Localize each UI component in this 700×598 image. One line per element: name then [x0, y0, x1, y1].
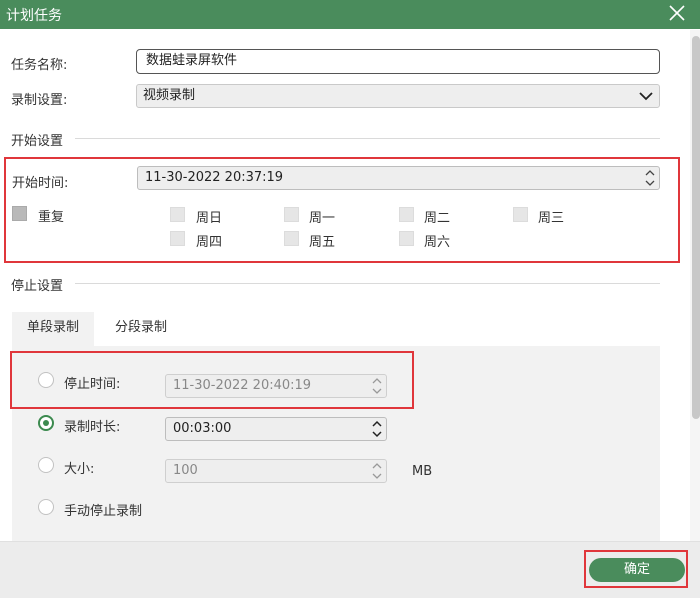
vertical-scrollbar[interactable] — [690, 30, 700, 541]
tab-multi-segment[interactable]: 分段录制 — [100, 312, 182, 346]
task-name-input[interactable]: 数据蛙录屏软件 — [136, 49, 660, 74]
record-settings-label: 录制设置: — [11, 93, 68, 108]
ok-button[interactable]: 确定 — [589, 558, 685, 582]
start-time-label: 开始时间: — [12, 176, 69, 191]
stop-time-radio[interactable] — [38, 372, 54, 388]
day-checkbox-sat[interactable] — [399, 231, 414, 246]
start-time-spinner[interactable]: 11-30-2022 20:37:19 — [137, 166, 660, 190]
day-checkbox-tue[interactable] — [399, 207, 414, 222]
scrollbar-thumb[interactable] — [692, 36, 700, 419]
duration-radio[interactable] — [38, 415, 54, 431]
day-checkbox-thu[interactable] — [170, 231, 185, 246]
chevron-down-icon — [639, 92, 653, 101]
divider — [75, 138, 660, 139]
day-checkbox-sun[interactable] — [170, 207, 185, 222]
window-title: 计划任务 — [6, 8, 62, 24]
size-radio[interactable] — [38, 457, 54, 473]
start-settings-heading: 开始设置 — [11, 134, 64, 149]
day-label-sat: 周六 — [424, 235, 451, 250]
close-icon[interactable] — [668, 4, 686, 22]
day-label-tue: 周二 — [424, 211, 451, 226]
repeat-checkbox[interactable] — [12, 206, 27, 221]
duration-value: 00:03:00 — [173, 421, 232, 436]
title-bar: 计划任务 — [0, 0, 700, 29]
manual-stop-radio[interactable] — [38, 499, 54, 515]
day-checkbox-wed[interactable] — [513, 207, 528, 222]
start-time-value: 11-30-2022 20:37:19 — [145, 170, 284, 185]
record-settings-value: 视频录制 — [143, 88, 196, 103]
size-spinner[interactable]: 100 — [165, 459, 387, 483]
stop-time-spinner[interactable]: 11-30-2022 20:40:19 — [165, 374, 387, 398]
stop-settings-heading: 停止设置 — [11, 279, 64, 294]
spinner-arrows-icon[interactable] — [645, 168, 655, 188]
manual-stop-label: 手动停止录制 — [64, 504, 143, 519]
stop-time-value: 11-30-2022 20:40:19 — [173, 378, 312, 393]
day-label-mon: 周一 — [309, 211, 336, 226]
day-checkbox-fri[interactable] — [284, 231, 299, 246]
day-label-wed: 周三 — [538, 211, 565, 226]
record-settings-select[interactable]: 视频录制 — [136, 84, 660, 108]
spinner-arrows-icon[interactable] — [372, 376, 382, 396]
size-value: 100 — [173, 463, 198, 478]
size-unit: MB — [412, 464, 433, 479]
tab-single-segment[interactable]: 单段录制 — [12, 312, 94, 346]
task-name-label: 任务名称: — [11, 58, 68, 73]
divider — [75, 283, 660, 284]
duration-spinner[interactable]: 00:03:00 — [165, 417, 387, 441]
day-checkbox-mon[interactable] — [284, 207, 299, 222]
day-label-thu: 周四 — [196, 235, 223, 250]
day-label-fri: 周五 — [309, 235, 336, 250]
repeat-label: 重复 — [38, 210, 65, 225]
stop-time-label: 停止时间: — [64, 377, 121, 392]
spinner-arrows-icon[interactable] — [372, 461, 382, 481]
duration-label: 录制时长: — [64, 420, 121, 435]
spinner-arrows-icon[interactable] — [372, 419, 382, 439]
day-label-sun: 周日 — [196, 211, 223, 226]
size-label: 大小: — [64, 462, 95, 477]
